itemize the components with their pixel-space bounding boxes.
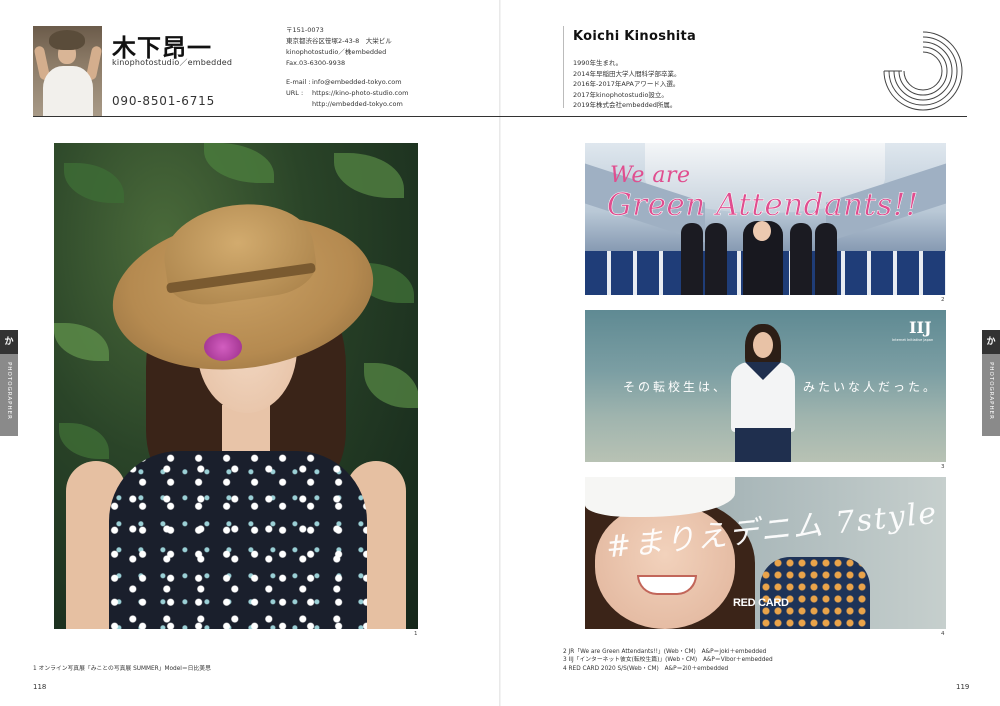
red-card-ad-photo: #まりえデニム 7style RED CARD [585,477,946,629]
figure-number: 2 [941,297,945,303]
caption-left: 1 オンライン写真展「みことの写真展 SUMMER」Model＝日比美思 [33,666,211,672]
main-portrait-photo [54,143,418,629]
email-link[interactable]: info@embedded-tokyo.com [312,78,402,86]
figure-number: 1 [414,631,418,637]
red-card-logo: RED CARD [733,597,789,609]
caption-line: 4 RED CARD 2020 S/S(Web・CM) A&P＝2i0＋embe… [563,665,729,672]
url-link[interactable]: http://embedded-tokyo.com [312,100,403,108]
phone-number: 090-8501-6715 [112,94,216,108]
address-line: kinophotostudio／株embedded [286,48,387,56]
side-tab-left: か PHOTOGRAPHER [0,330,18,436]
ad-copy-left: その転校生は、 [623,380,729,394]
iij-logo-subtitle: Internet Initiative Japan [892,338,934,342]
caption-line: 2 JR「We are Green Attendants!!」(Web・CM) … [563,649,767,655]
contact-block: E-mail :info@embedded-tokyo.com URL : htt… [286,77,408,110]
bio-line: 2017年kinophotostudio設立。 [573,90,668,99]
photographer-name-en: Koichi Kinoshita [573,29,697,44]
bio-line: 2016年-2017年APAアワード入選。 [573,80,680,88]
url-label: URL : [286,89,304,97]
figure-number: 3 [941,464,945,470]
side-tab-label: PHOTOGRAPHER [6,362,12,420]
profile-photo [33,26,102,116]
iij-logo: IIJ [909,318,932,337]
figure-number: 4 [941,631,945,637]
flower [204,333,242,361]
concentric-rings-graphic [883,31,963,111]
email-label: E-mail : [286,78,311,86]
side-tab-right: か PHOTOGRAPHER [982,330,1000,436]
header-divider [563,26,564,108]
bio-line: 2014年早稲田大学人間科学部卒業。 [573,69,681,78]
url-link[interactable]: https://kino-photo-studio.com [312,89,408,97]
page-number-right: 119 [956,683,970,691]
book-spine [499,0,501,706]
bio-line: 2019年株式会社embedded所属。 [573,101,677,109]
side-tab-label: PHOTOGRAPHER [988,362,994,420]
jr-ad-photo: We are Green Attendants!! [585,143,946,295]
iij-ad-photo: IIJ Internet Initiative Japan その転校生は、 みた… [585,310,946,462]
caption-line: 3 IIJ「インターネット彼女(転校生篇)」(Web・CM) A&P＝Vibor… [563,657,773,664]
ad-headline-line1: We are [610,163,691,188]
address-line: 東京都渋谷区笹塚2-43-8 大栄ビル [286,37,392,45]
studio-name: kinophotostudio／embedded [112,58,233,67]
ad-copy-right: みたいな人だった。 [803,380,939,394]
page-number-left: 118 [33,683,47,691]
header-rule [33,116,967,117]
bio-line: 1990年生まれ。 [573,59,623,67]
address-line: 〒151-0073 [286,26,324,34]
captions-right: 2 JR「We are Green Attendants!!」(Web・CM) … [563,648,773,673]
address-block: 〒151-0073 東京都渋谷区笹塚2-43-8 大栄ビル kinophotos… [286,25,392,69]
ad-headline-line2: Green Attendants!! [607,187,919,224]
biography: 1990年生まれ。 2014年早稲田大学人間科学部卒業。 2016年-2017年… [573,58,681,111]
address-line: Fax.03-6300-9938 [286,59,346,67]
